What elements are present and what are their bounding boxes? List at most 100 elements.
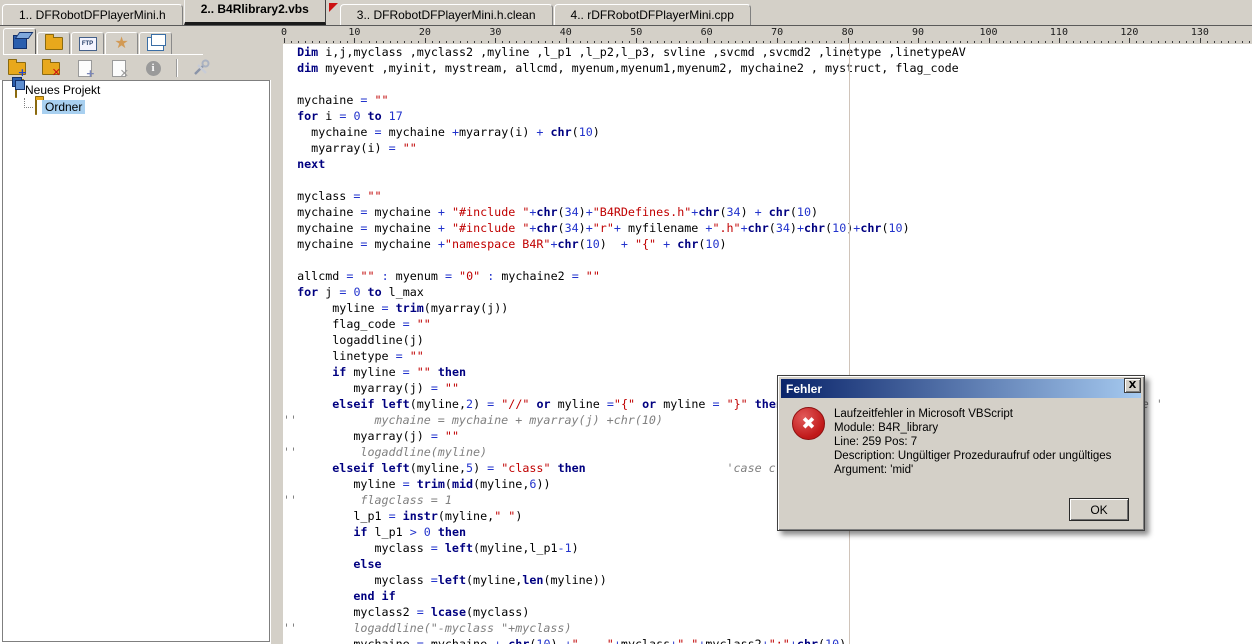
modified-flag-icon — [329, 3, 338, 12]
new-item-button[interactable]: + — [74, 58, 96, 78]
ruler-tick — [291, 41, 292, 43]
code-line: for i = 0 to 17 — [283, 108, 1252, 124]
code-line: mychaine = mychaine + chr(10) +" "+mycla… — [283, 636, 1252, 644]
ruler-tick — [1101, 41, 1102, 43]
ruler-tick — [664, 41, 665, 43]
close-icon[interactable]: X — [1124, 378, 1141, 393]
ruler-tick — [1080, 41, 1081, 43]
ruler-tick — [305, 41, 306, 43]
tab-ftp[interactable]: FTP — [71, 32, 104, 54]
ruler-tick — [897, 41, 898, 43]
ruler-tick — [686, 41, 687, 43]
ruler-tick — [1228, 41, 1229, 43]
tab-project[interactable] — [3, 28, 36, 54]
ruler-tick — [629, 41, 630, 43]
ruler-tick — [580, 41, 581, 43]
ruler-tick — [390, 41, 391, 43]
ruler-label: 50 — [621, 27, 651, 38]
tree-item-ordner[interactable]: Ordner — [3, 98, 269, 115]
tree-item-label: Ordner — [42, 100, 85, 114]
file-tab-1[interactable]: 1.. DFRobotDFPlayerMini.h — [2, 4, 183, 25]
tab-files[interactable] — [37, 32, 70, 54]
ruler-tick — [967, 41, 968, 43]
ruler-tick — [601, 41, 602, 43]
ruler-tick — [784, 41, 785, 43]
ruler-tick — [819, 41, 820, 43]
remove-folder-button[interactable]: ✕ — [40, 58, 62, 78]
ruler-label: 60 — [692, 27, 722, 38]
ruler-tick — [939, 41, 940, 43]
ruler-tick — [841, 41, 842, 43]
ruler-tick — [354, 38, 355, 43]
ruler-tick — [319, 41, 320, 43]
dialog-message-line: Argument: 'mid' — [834, 463, 1114, 477]
ruler-tick — [848, 38, 849, 43]
code-line: '' logaddline("-myclass "+myclass) — [283, 620, 1252, 636]
ruler-tick — [460, 41, 461, 43]
ruler-tick — [566, 38, 567, 43]
tab-favorites[interactable]: ★ — [105, 32, 138, 54]
windows-icon — [147, 37, 164, 51]
ruler-tick — [1136, 41, 1137, 43]
ruler-label: 100 — [974, 27, 1004, 38]
project-toolbar: + ✕ + ✕ i — [6, 56, 212, 80]
code-line: myclass = "" — [283, 188, 1252, 204]
code-line: logaddline(j) — [283, 332, 1252, 348]
ruler-tick — [608, 41, 609, 43]
project-cube-icon — [13, 35, 27, 49]
ruler-tick — [953, 41, 954, 43]
tab-windows[interactable] — [139, 32, 172, 54]
tools-button[interactable] — [190, 58, 212, 78]
toolbar-separator — [176, 59, 178, 77]
dialog-message-line: Description: Ungültiger Prozeduraufruf o… — [834, 449, 1114, 463]
ruler-tick — [700, 41, 701, 43]
ruler-tick — [1151, 41, 1152, 43]
project-icon — [15, 83, 17, 97]
ftp-icon: FTP — [79, 37, 97, 51]
ruler-tick — [671, 41, 672, 43]
ruler-tick — [347, 41, 348, 43]
ruler-tick — [1193, 41, 1194, 43]
ruler-tick — [869, 41, 870, 43]
ruler-tick — [1087, 41, 1088, 43]
ruler-tick — [749, 41, 750, 43]
code-line: dim myevent ,myinit, mystream, allcmd, m… — [283, 60, 1252, 76]
ruler-tick — [509, 41, 510, 43]
dialog-titlebar[interactable]: Fehler — [781, 379, 1141, 398]
project-tree-panel: Neues Projekt Ordner — [2, 80, 270, 642]
ruler-tick — [531, 41, 532, 43]
code-editor[interactable]: Dim i,j,myclass ,myclass2 ,myline ,l_p1 … — [283, 44, 1252, 644]
ruler-tick — [643, 41, 644, 43]
file-tab-4[interactable]: 4.. rDFRobotDFPlayerMini.cpp — [554, 4, 751, 25]
ruler-tick — [1017, 41, 1018, 43]
ruler-label: 10 — [339, 27, 369, 38]
ok-button[interactable]: OK — [1069, 498, 1129, 521]
code-line: next — [283, 156, 1252, 172]
delete-item-button[interactable]: ✕ — [108, 58, 130, 78]
ruler-tick — [425, 38, 426, 43]
ruler-tick — [728, 41, 729, 43]
ruler-tick — [826, 41, 827, 43]
file-tab-3[interactable]: 3.. DFRobotDFPlayerMini.h.clean — [340, 4, 553, 25]
code-line: else — [283, 556, 1252, 572]
ruler-tick — [622, 41, 623, 43]
ruler-tick — [925, 41, 926, 43]
ruler-tick — [361, 41, 362, 43]
ruler-tick — [1249, 41, 1250, 43]
ruler-tick — [1059, 38, 1060, 43]
add-folder-button[interactable]: + — [6, 58, 28, 78]
tree-item-label: Neues Projekt — [22, 83, 103, 97]
ruler-tick — [918, 38, 919, 43]
file-tab-2[interactable]: 2.. B4Rlibrary2.vbs — [184, 0, 326, 25]
ruler-tick — [911, 41, 912, 43]
ruler-tick — [1010, 41, 1011, 43]
info-button[interactable]: i — [142, 58, 164, 78]
ruler-tick — [855, 41, 856, 43]
ruler-tick — [340, 41, 341, 43]
ruler-tick — [333, 41, 334, 43]
ruler-tick — [439, 41, 440, 43]
ruler-tick — [798, 41, 799, 43]
ruler-tick — [876, 41, 877, 43]
sidebar-icon-tabs: FTP ★ — [3, 28, 203, 55]
ruler-tick — [805, 41, 806, 43]
